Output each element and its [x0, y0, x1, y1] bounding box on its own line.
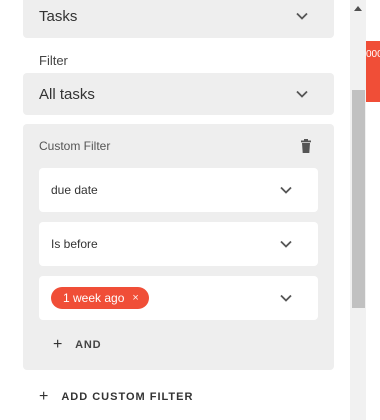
and-button[interactable]: + AND	[53, 336, 101, 354]
type-select-value: Tasks	[39, 7, 78, 25]
trash-icon[interactable]	[300, 139, 312, 153]
background-badge: 000	[366, 41, 380, 102]
chevron-down-icon	[280, 240, 292, 248]
add-custom-filter-label: ADD CUSTOM FILTER	[61, 391, 194, 403]
add-custom-filter-button[interactable]: + ADD CUSTOM FILTER	[39, 388, 193, 406]
operator-select[interactable]: Is before	[39, 222, 318, 266]
chevron-down-icon	[296, 90, 308, 98]
and-button-label: AND	[75, 339, 102, 351]
scrollbar-thumb[interactable]	[352, 90, 365, 308]
filter-label: Filter	[39, 53, 68, 68]
field-select-value: due date	[51, 183, 98, 197]
filter-select[interactable]: All tasks	[23, 73, 334, 115]
chevron-down-icon	[296, 12, 308, 20]
plus-icon: +	[53, 336, 64, 353]
scroll-up-arrow[interactable]	[354, 6, 362, 11]
operator-select-value: Is before	[51, 237, 98, 251]
value-select[interactable]: 1 week ago ×	[39, 276, 318, 320]
chip-remove-icon[interactable]: ×	[132, 292, 138, 304]
filter-panel: Tasks Filter All tasks Custom Filter due…	[0, 0, 350, 420]
chevron-down-icon	[280, 186, 292, 194]
chevron-down-icon	[280, 294, 292, 302]
custom-filter-title: Custom Filter	[39, 139, 111, 153]
value-chip-label: 1 week ago	[63, 291, 125, 305]
custom-filter-card: Custom Filter due date Is before 1 week …	[23, 124, 334, 370]
type-select[interactable]: Tasks	[23, 0, 334, 38]
field-select[interactable]: due date	[39, 168, 318, 212]
filter-select-value: All tasks	[39, 85, 95, 103]
value-chip: 1 week ago ×	[51, 287, 149, 309]
background-badge-text: 000	[366, 49, 380, 60]
plus-icon: +	[39, 388, 50, 405]
